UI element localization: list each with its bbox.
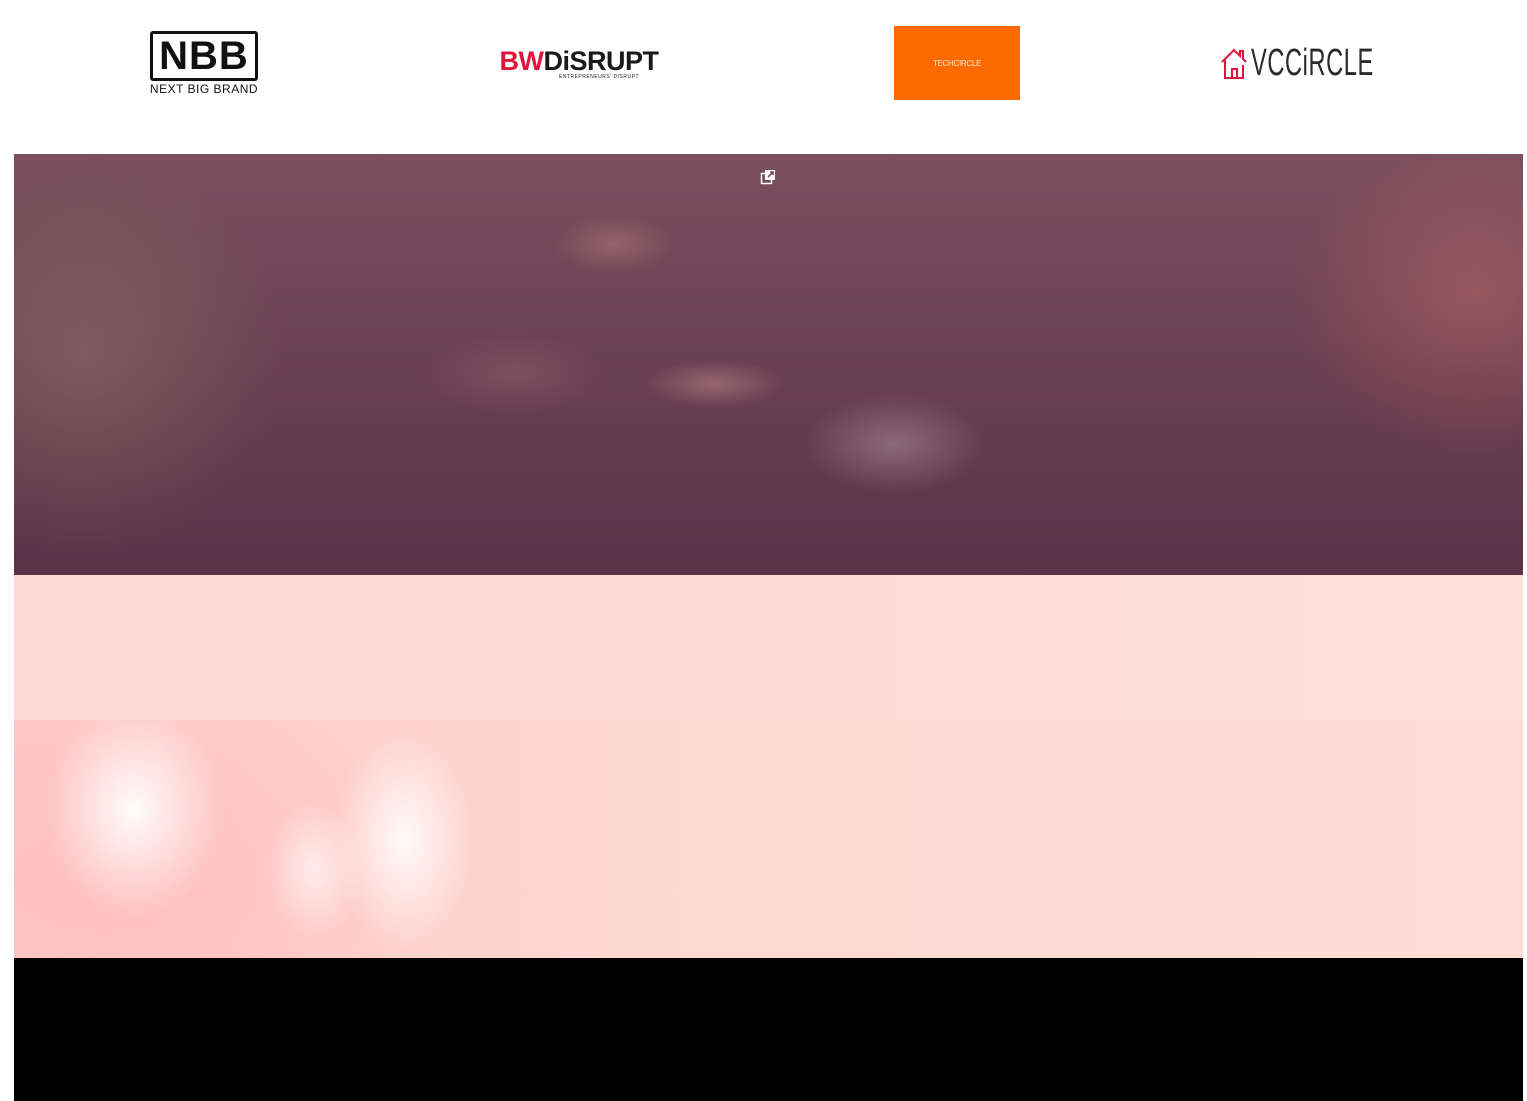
techcircle-logo[interactable]: TECHCIRCLE — [894, 26, 1020, 100]
video-frame-upper — [14, 154, 1523, 575]
bw-disrupt-wordmark: BWDiSRUPT — [499, 46, 660, 76]
video-frame-lower — [14, 720, 1523, 958]
techcircle-logo-text: TECHCIRCLE — [932, 58, 982, 68]
nbb-logo[interactable]: NBB NEXT BIG BRAND — [140, 26, 268, 100]
video-letterbox — [14, 958, 1523, 1101]
video-frame-middle — [14, 575, 1523, 720]
partner-logo-strip: NBB NEXT BIG BRAND BWDiSRUPT ENTREPRENEU… — [0, 0, 1527, 128]
vccircle-logo[interactable]: VCCiRCLE — [1221, 26, 1400, 100]
bw-disrupt-prefix: BW — [499, 46, 544, 76]
nbb-logo-mark: NBB — [150, 30, 258, 81]
bw-disrupt-logo[interactable]: BWDiSRUPT ENTREPRENEURS' DISRUPT — [500, 26, 660, 100]
vccircle-logo-text: VCCiRCLE — [1250, 41, 1374, 84]
bw-disrupt-tagline: ENTREPRENEURS' DISRUPT — [558, 74, 640, 80]
house-icon — [1219, 45, 1249, 81]
nbb-logo-tagline: NEXT BIG BRAND — [149, 81, 259, 96]
external-popout-icon[interactable] — [760, 169, 776, 185]
video-player[interactable] — [14, 154, 1523, 1101]
bw-disrupt-name: DiSRUPT — [543, 46, 659, 76]
